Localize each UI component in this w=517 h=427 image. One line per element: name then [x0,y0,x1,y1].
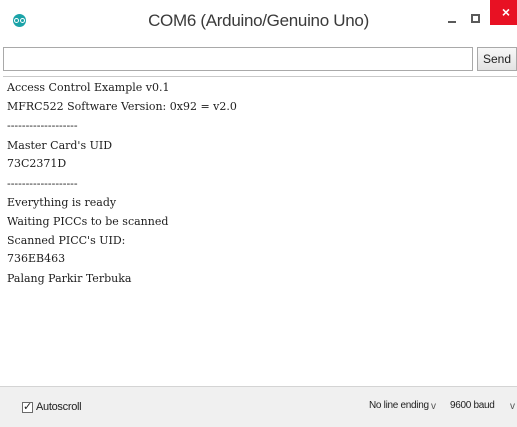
output-line: Master Card's UID [7,139,113,152]
maximize-button[interactable] [466,9,488,31]
line-ending-select[interactable]: No line ending v [369,400,441,418]
title-bar[interactable]: COM6 (Arduino/Genuino Uno) × [0,0,517,44]
status-bar: ✓ Autoscroll No line ending v 9600 baud … [0,386,517,427]
serial-monitor-window: COM6 (Arduino/Genuino Uno) × Send Access… [0,0,517,427]
output-line: Waiting PICCs to be scanned [7,215,169,228]
serial-output[interactable]: Access Control Example v0.1 MFRC522 Soft… [3,76,517,387]
output-line: ------------------- [7,119,78,132]
line-ending-value: No line ending [369,400,429,411]
checkmark-icon: ✓ [23,401,33,413]
close-icon: × [501,4,511,20]
output-line: Palang Parkir Terbuka [7,272,132,285]
serial-input[interactable] [3,47,473,71]
baud-rate-select[interactable]: 9600 baud v [450,400,516,418]
output-line: 736EB463 [7,252,66,265]
chevron-down-icon: v [431,401,436,412]
close-button[interactable]: × [490,0,517,25]
chevron-down-icon: v [510,401,515,412]
baud-rate-value: 9600 baud [450,400,495,411]
output-line: Access Control Example v0.1 [7,81,170,94]
output-line: ------------------- [7,177,78,190]
window-title: COM6 (Arduino/Genuino Uno) [148,11,369,30]
autoscroll-checkbox[interactable]: ✓ [22,401,33,413]
minimize-button[interactable] [442,10,464,32]
output-line: Everything is ready [7,196,117,209]
send-row: Send [3,47,517,73]
output-line: Scanned PICC's UID: [7,234,126,247]
output-line: MFRC522 Software Version: 0x92 = v2.0 [7,100,237,113]
send-button[interactable]: Send [477,47,517,71]
output-line: 73C2371D [7,157,67,170]
autoscroll-label[interactable]: Autoscroll [36,401,82,413]
